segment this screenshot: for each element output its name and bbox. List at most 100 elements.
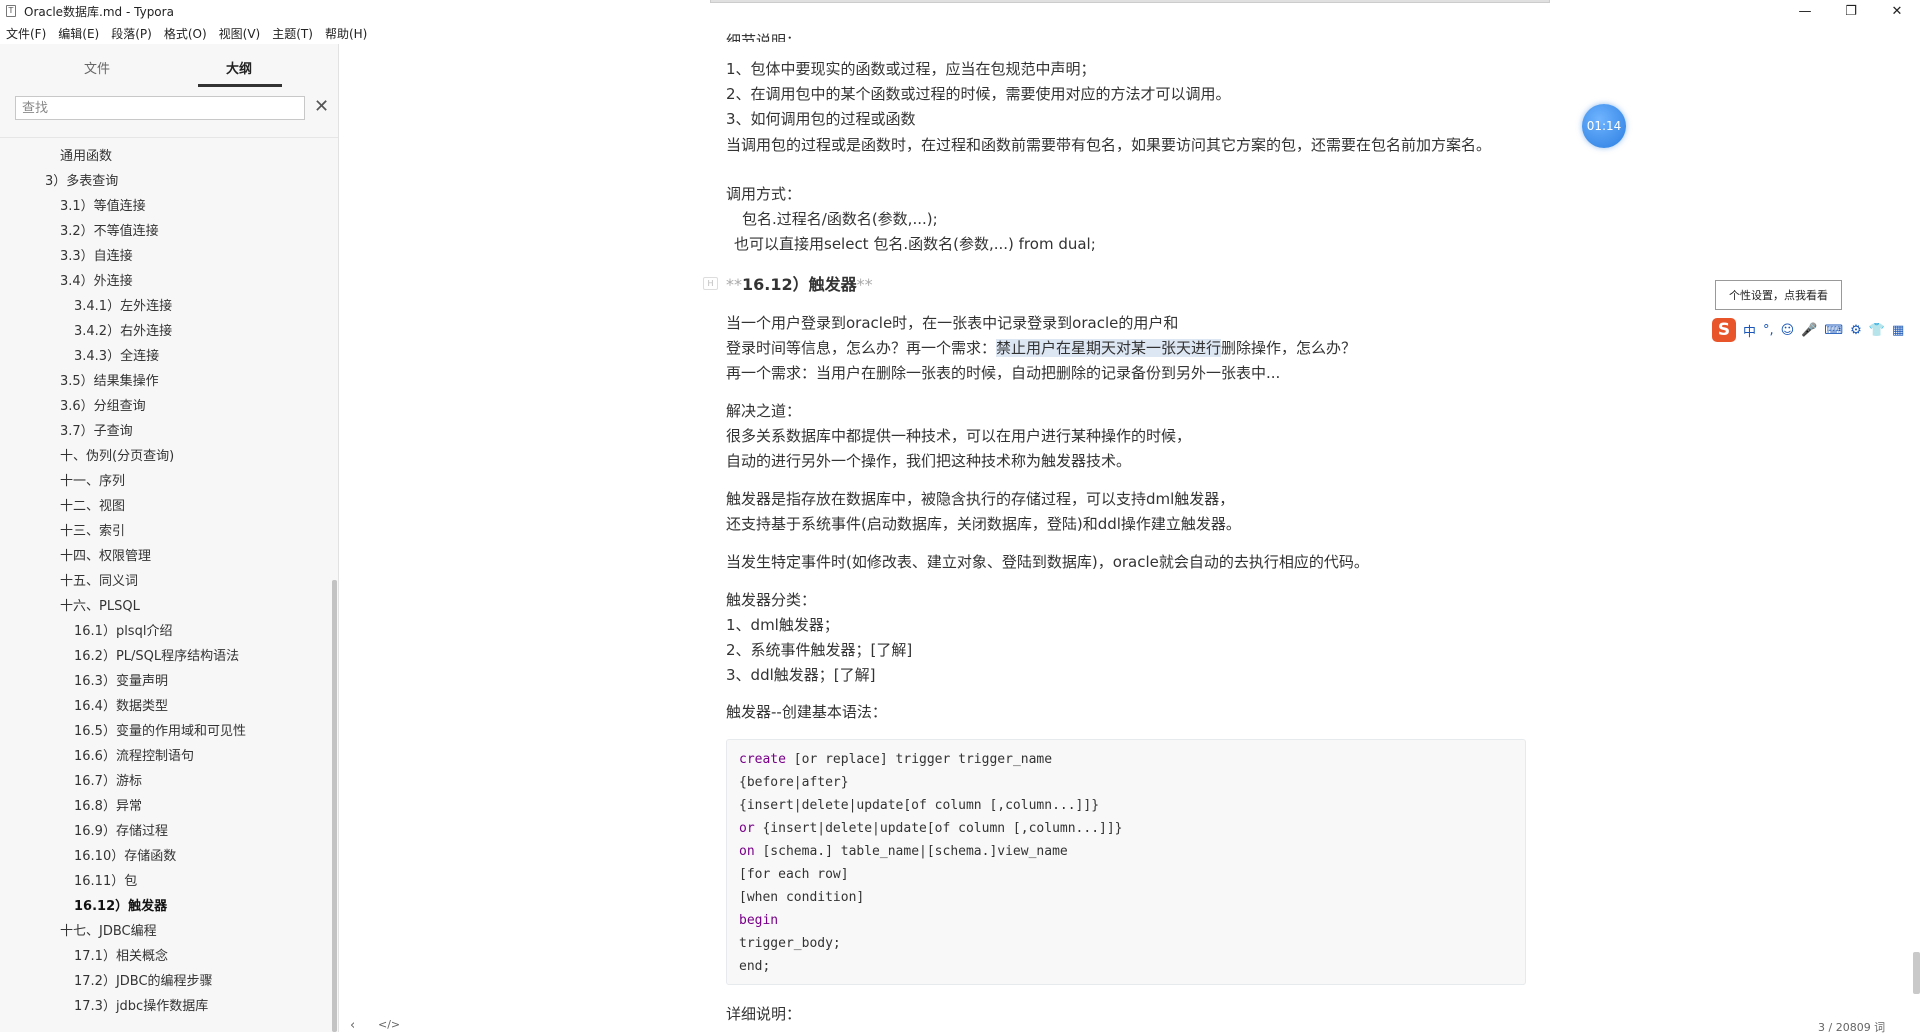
code-line: {before|after} [739,771,1513,794]
outline-item[interactable]: 16.9）存储过程 [74,820,168,839]
outline-item[interactable]: 十三、索引 [60,520,125,539]
outline-item[interactable]: 17.3）jdbc操作数据库 [74,995,208,1014]
code-text: {insert|delete|update[of column [,column… [754,821,1123,836]
outline-item[interactable]: 3.6）分组查询 [60,395,146,414]
keyboard-icon[interactable]: ⌨ [1824,323,1843,338]
word-count[interactable]: 3 / 20809 词 [1818,1019,1885,1035]
outline-item[interactable]: 3.4）外连接 [60,270,133,289]
code-line: [when condition] [739,886,1513,909]
code-line: [for each row] [739,863,1513,886]
sidebar-tabs: 文件 大纲 [0,44,338,90]
code-line: or {insert|delete|update[of column [,col… [739,817,1513,840]
outline-item[interactable]: 17.2）JDBC的编程步骤 [74,970,213,989]
close-icon[interactable]: ✕ [314,96,329,117]
code-line: end; [739,955,1513,978]
microphone-icon[interactable]: 🎤 [1801,323,1817,338]
menu-view[interactable]: 视图(V) [219,25,261,42]
menu-format[interactable]: 格式(O) [164,25,207,42]
outline-item[interactable]: 通用函数 [60,145,112,164]
outline-item[interactable]: 3.4.3）全连接 [74,345,159,364]
outline-search-input[interactable] [15,96,305,120]
ime-toolbar: S 中 °, ☺ 🎤 ⌨ ⚙ 👕 ▦ [1712,318,1920,342]
code-text: trigger_body; [739,936,841,951]
markdown-bold-close: ** [856,275,873,294]
menu-file[interactable]: 文件(F) [6,25,46,42]
emoji-icon[interactable]: ☺ [1781,323,1795,338]
paragraph: 2、系统事件触发器；[了解] [726,641,913,659]
paragraph: 触发器是指存放在数据库中，被隐含执行的存储过程，可以支持dml触发器， [726,490,1235,508]
outline-item[interactable]: 16.5）变量的作用域和可见性 [74,720,246,739]
outline-item[interactable]: 十、伪列(分页查询) [60,445,174,464]
settings-icon[interactable]: ⚙ [1850,323,1862,338]
paragraph-with-selection: 登录时间等信息，怎么办？再一个需求：禁止用户在星期天对某一张天进行删除操作，怎么… [726,337,1356,358]
code-text: {insert|delete|update[of column [,column… [739,798,1100,813]
paragraph: 触发器分类： [726,591,817,609]
code-keyword: create [739,752,786,767]
sogou-logo-icon[interactable]: S [1712,318,1736,342]
paragraph: 调用方式： [726,185,802,203]
punctuation-icon[interactable]: °, [1763,323,1774,338]
outline-item[interactable]: 16.12）触发器 [74,895,167,914]
outline-item[interactable]: 十七、JDBC编程 [60,920,157,939]
skin-icon[interactable]: 👕 [1869,323,1885,338]
outline-item[interactable]: 3.5）结果集操作 [60,370,159,389]
outline-item[interactable]: 3.3）自连接 [60,245,133,264]
outline-item[interactable]: 3.1）等值连接 [60,195,146,214]
text-run: 删除操作，怎么办？ [1221,339,1357,357]
editor-area[interactable]: 细节说明： 1、包体中要现实的函数或过程，应当在包规范中声明； 2、在调用包中的… [340,0,1920,1032]
menu-paragraph[interactable]: 段落(P) [111,25,152,42]
paragraph: 2、在调用包中的某个函数或过程的时候，需要使用对应的方法才可以调用。 [726,85,1231,103]
tab-files[interactable]: 文件 [84,58,110,77]
paragraph: 很多关系数据库中都提供一种技术，可以在用户进行某种操作的时候， [726,427,1192,445]
outline-item[interactable]: 16.4）数据类型 [74,695,168,714]
outline-item[interactable]: 3）多表查询 [45,170,118,189]
outline-item[interactable]: 16.7）游标 [74,770,142,789]
outline-item[interactable]: 16.11）包 [74,870,137,889]
code-text: [when condition] [739,890,865,905]
outline-item[interactable]: 17.1）相关概念 [74,945,168,964]
menu-theme[interactable]: 主题(T) [272,25,313,42]
code-text: [or replace] trigger trigger_name [785,752,1053,767]
outline-item[interactable]: 16.10）存储函数 [74,845,176,864]
menu-edit[interactable]: 编辑(E) [58,25,99,42]
outline-item[interactable]: 十五、同义词 [60,570,138,589]
paragraph: 还支持基于系统事件(启动数据库，关闭数据库，登陆)和ddl操作建立触发器。 [726,515,1241,533]
outline-item[interactable]: 十六、PLSQL [60,595,140,614]
code-line: {insert|delete|update[of column [,column… [739,794,1513,817]
code-line: trigger_body; [739,932,1513,955]
outline-item[interactable]: 16.6）流程控制语句 [74,745,194,764]
outline-list: 通用函数 3）多表查询 3.1）等值连接 3.2）不等值连接 3.3）自连接 3.4）外连… [0,138,330,1018]
outline-item[interactable]: 十一、序列 [60,470,125,489]
outline-item[interactable]: 3.2）不等值连接 [60,220,159,239]
code-text: [for each row] [739,867,849,882]
heading-level-icon[interactable]: H [703,277,718,290]
heading-triggers[interactable]: **16.12）触发器** [726,271,873,295]
selected-text[interactable]: 禁止用户在星期天对某一张天进行 [996,339,1222,357]
outline-item[interactable]: 16.3）变量声明 [74,670,168,689]
chinese-mode-icon[interactable]: 中 [1743,321,1756,340]
collapsed-popup-edge [710,0,1550,3]
outline-item[interactable]: 十四、权限管理 [60,545,151,564]
menu-bar: 文件(F) 编辑(E) 段落(P) 格式(O) 视图(V) 主题(T) 帮助(H… [0,22,379,44]
outline-item[interactable]: 3.4.2）右外连接 [74,320,172,339]
paragraph: 详细说明： [726,1005,802,1023]
tab-outline[interactable]: 大纲 [226,58,252,77]
sidebar-scrollbar[interactable] [332,580,337,1032]
editor-scrollbar[interactable] [1913,952,1920,994]
code-block[interactable]: create [or replace] trigger trigger_name… [726,739,1526,985]
outline-item[interactable]: 16.8）异常 [74,795,142,814]
code-line: begin [739,909,1513,932]
outline-item[interactable]: 16.1）plsql介绍 [74,620,172,639]
outline-item[interactable]: 16.2）PL/SQL程序结构语法 [74,645,239,664]
outline-item[interactable]: 3.4.1）左外连接 [74,295,172,314]
timer-badge[interactable]: 01:14 [1582,104,1626,148]
sidebar: 文件 大纲 ✕ 通用函数 3）多表查询 3.1）等值连接 3.2）不等值连接 3.3）自… [0,44,339,1032]
code-keyword: begin [739,913,779,928]
toolbox-icon[interactable]: ▦ [1892,323,1904,338]
code-text: [schema.] table_name|[schema.]view_name [754,844,1068,859]
outline-item[interactable]: 十二、视图 [60,495,125,514]
paragraph-cut: 细节说明： [726,32,802,42]
paragraph: 1、dml触发器； [726,616,839,634]
paragraph: 再一个需求：当用户在删除一张表的时候，自动把删除的记录备份到另外一张表中... [726,364,1281,382]
outline-item[interactable]: 3.7）子查询 [60,420,133,439]
